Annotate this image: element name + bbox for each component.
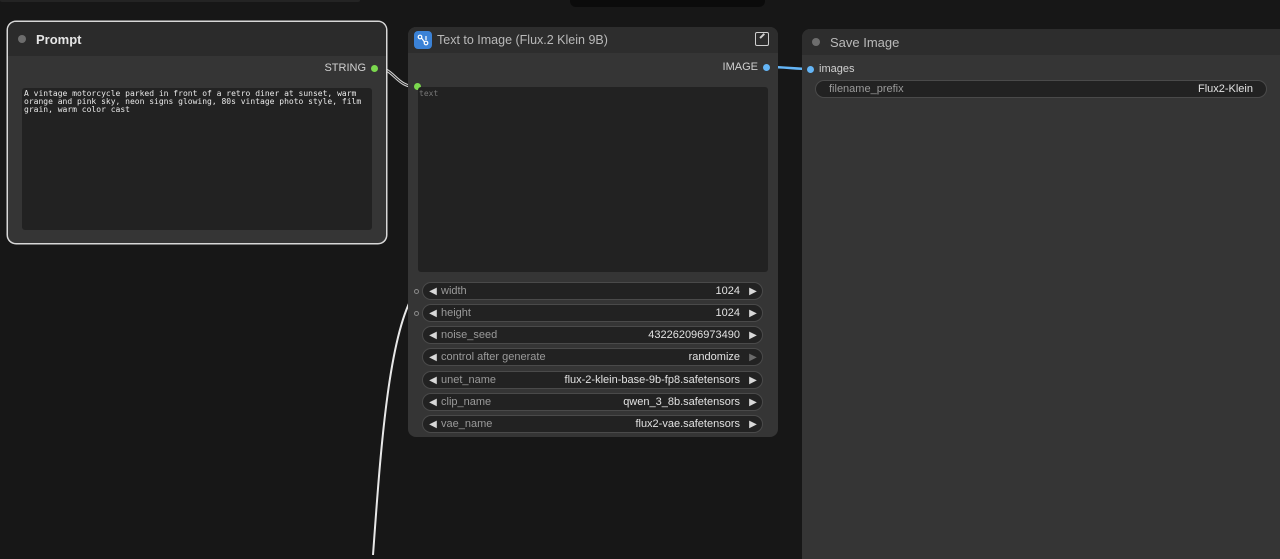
previous-option-arrow-icon[interactable]: ◀ — [426, 375, 440, 386]
save-node-title: Save Image — [830, 34, 900, 50]
decrement-arrow-icon[interactable]: ◀ — [426, 308, 440, 319]
expand-icon[interactable] — [755, 32, 769, 46]
widget-label: height — [441, 307, 471, 319]
string-output[interactable]: STRING — [324, 62, 378, 74]
next-option-arrow-icon[interactable]: ▶ — [746, 375, 760, 386]
t2i-textarea[interactable]: text — [418, 87, 768, 272]
widget-label: unet_name — [441, 374, 497, 386]
decrement-arrow-icon[interactable]: ◀ — [426, 330, 440, 341]
images-input-slot-icon[interactable] — [807, 65, 814, 73]
top-toolbar[interactable] — [570, 0, 765, 7]
filename-prefix-field[interactable]: filename_prefix Flux2-Klein — [815, 80, 1267, 98]
previous-option-arrow-icon[interactable]: ◀ — [426, 419, 440, 430]
widget-height[interactable]: ◀ height 1024 ▶ — [422, 304, 763, 322]
image-output-slot-icon[interactable] — [763, 63, 770, 71]
prompt-node[interactable]: Prompt STRING A vintage motorcycle parke… — [8, 22, 386, 243]
image-output[interactable]: IMAGE — [723, 61, 770, 73]
widget-value: Flux2-Klein — [1197, 83, 1253, 95]
save-image-node[interactable]: Save Image images filename_prefix Flux2-… — [802, 29, 1280, 559]
increment-arrow-icon[interactable]: ▶ — [746, 330, 760, 341]
widget-unet-name[interactable]: ◀ unet_name flux-2-klein-base-9b-fp8.saf… — [422, 371, 763, 389]
widget-value: 1024 — [715, 307, 740, 319]
next-option-arrow-icon[interactable]: ▶ — [746, 419, 760, 430]
widget-label: width — [441, 285, 467, 297]
string-output-label: STRING — [324, 62, 366, 74]
widget-label: clip_name — [441, 396, 492, 408]
next-option-arrow-icon[interactable]: ▶ — [746, 352, 760, 363]
widget-control-after-generate[interactable]: ◀ control after generate randomize ▶ — [422, 348, 763, 366]
widget-label: vae_name — [441, 418, 493, 430]
prompt-node-header[interactable]: Prompt — [8, 22, 386, 56]
text-to-image-node[interactable]: Text to Image (Flux.2 Klein 9B) IMAGE te… — [408, 27, 778, 437]
collapse-dot-icon[interactable] — [18, 35, 26, 43]
increment-arrow-icon[interactable]: ▶ — [746, 286, 760, 297]
widget-noise-seed[interactable]: ◀ noise_seed 432262096973490 ▶ — [422, 326, 763, 344]
widget-value: randomize — [688, 351, 740, 363]
width-input-slot-icon[interactable] — [414, 289, 419, 294]
widget-value: flux-2-klein-base-9b-fp8.safetensors — [564, 374, 740, 386]
decrement-arrow-icon[interactable]: ◀ — [426, 286, 440, 297]
string-output-slot-icon[interactable] — [371, 64, 378, 72]
top-left-panel-edge — [0, 0, 360, 2]
widget-label: filename_prefix — [829, 83, 904, 95]
widget-value: 1024 — [715, 285, 740, 297]
t2i-node-title: Text to Image (Flux.2 Klein 9B) — [437, 33, 608, 47]
images-input-label: images — [819, 63, 855, 75]
previous-option-arrow-icon[interactable]: ◀ — [426, 352, 440, 363]
widget-vae-name[interactable]: ◀ vae_name flux2-vae.safetensors ▶ — [422, 415, 763, 433]
widget-width[interactable]: ◀ width 1024 ▶ — [422, 282, 763, 300]
t2i-node-header[interactable]: Text to Image (Flux.2 Klein 9B) — [408, 27, 778, 53]
widget-value: qwen_3_8b.safetensors — [623, 396, 740, 408]
subgraph-icon — [414, 31, 432, 49]
increment-arrow-icon[interactable]: ▶ — [746, 308, 760, 319]
images-input[interactable]: images — [807, 63, 854, 75]
widget-clip-name[interactable]: ◀ clip_name qwen_3_8b.safetensors ▶ — [422, 393, 763, 411]
widget-value: flux2-vae.safetensors — [635, 418, 740, 430]
prompt-textarea[interactable]: A vintage motorcycle parked in front of … — [22, 88, 372, 230]
save-node-header[interactable]: Save Image — [802, 29, 1280, 55]
previous-option-arrow-icon[interactable]: ◀ — [426, 397, 440, 408]
next-option-arrow-icon[interactable]: ▶ — [746, 397, 760, 408]
collapse-dot-icon[interactable] — [812, 38, 820, 46]
prompt-node-title: Prompt — [36, 31, 82, 47]
widget-label: control after generate — [441, 351, 546, 363]
image-output-label: IMAGE — [722, 61, 758, 73]
widget-value: 432262096973490 — [648, 329, 740, 341]
height-input-slot-icon[interactable] — [414, 311, 419, 316]
widget-label: noise_seed — [441, 329, 498, 341]
